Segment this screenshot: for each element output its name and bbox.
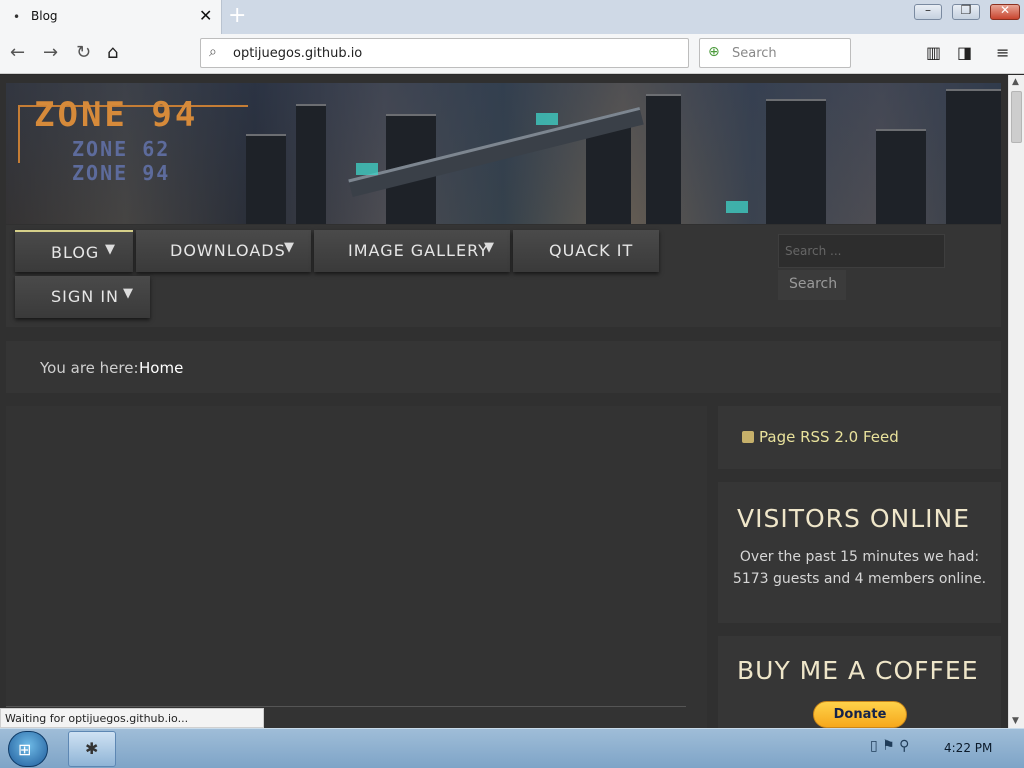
menu-item-sign-in[interactable]: SIGN IN ▼ xyxy=(15,276,150,318)
neon-sign xyxy=(536,113,558,125)
chevron-down-icon: ▼ xyxy=(284,240,295,255)
scroll-down-icon[interactable]: ▼ xyxy=(1012,716,1019,726)
maximize-button[interactable]: ❐ xyxy=(952,3,980,20)
navigation-toolbar: ← → ↻ ⌂ ⌕ optijuegos.github.io ⊕ Search … xyxy=(0,34,1024,74)
rss-icon xyxy=(742,431,754,443)
site-search-button[interactable]: Search xyxy=(778,270,846,300)
neon-sign xyxy=(356,163,378,175)
forward-arrow-icon[interactable]: → xyxy=(43,42,58,63)
status-text: Waiting for optijuegos.github.io... xyxy=(5,712,189,725)
breadcrumb-home-link[interactable]: Home xyxy=(139,359,183,377)
menu-item-downloads[interactable]: DOWNLOADS ▼ xyxy=(136,230,311,272)
breadcrumb-lead: You are here: xyxy=(40,359,139,377)
visitors-widget: VISITORS ONLINE Over the past 15 minutes… xyxy=(718,482,1001,623)
url-text[interactable]: optijuegos.github.io xyxy=(233,46,362,61)
building-shape xyxy=(586,124,631,224)
minimize-button[interactable]: – xyxy=(914,3,942,20)
building-shape xyxy=(876,129,926,224)
menu-item-label: QUACK IT xyxy=(549,241,634,260)
tab-blog[interactable]: • Blog ✕ xyxy=(0,0,222,34)
search-placeholder: Search xyxy=(732,46,777,61)
content-divider xyxy=(6,706,686,707)
system-clock[interactable]: 4:22 PM xyxy=(944,741,992,755)
building-shape xyxy=(246,134,286,224)
rss-feed-link[interactable]: Page RSS 2.0 Feed xyxy=(759,428,899,446)
breadcrumb: You are here: Home xyxy=(6,341,1001,393)
close-tab-icon[interactable]: ✕ xyxy=(199,6,212,25)
tab-title: Blog xyxy=(31,9,58,23)
main-menu: BLOG ▼ DOWNLOADS ▼ IMAGE GALLERY ▼ QUACK… xyxy=(6,225,1001,327)
back-arrow-icon[interactable]: ← xyxy=(10,42,25,63)
site-logo[interactable]: ZONE 94 xyxy=(34,95,198,135)
menu-item-label: IMAGE GALLERY xyxy=(348,241,489,260)
library-icon[interactable]: ▥ xyxy=(926,43,941,62)
reload-icon[interactable]: ↻ xyxy=(76,42,91,63)
rss-widget: Page RSS 2.0 Feed xyxy=(718,406,1001,469)
search-input[interactable]: ⊕ Search xyxy=(699,38,851,68)
site-search-input[interactable]: Search ... xyxy=(778,234,945,268)
menu-item-label: BLOG xyxy=(51,243,100,262)
visitors-title: VISITORS ONLINE xyxy=(737,504,971,533)
main-content xyxy=(6,406,707,728)
taskbar: ⊞ ✱ ▯ ⚑ ⚲ 4:22 PM xyxy=(0,728,1024,768)
close-window-button[interactable]: ✕ xyxy=(990,3,1020,20)
donate-button[interactable]: Donate xyxy=(813,701,907,728)
menu-item-blog[interactable]: BLOG ▼ xyxy=(15,230,133,272)
page-scrollbar[interactable]: ▲ ▼ xyxy=(1008,75,1024,728)
menu-item-label: SIGN IN xyxy=(51,287,120,306)
building-shape xyxy=(946,89,1001,224)
tray-icons[interactable]: ▯ ⚑ ⚲ xyxy=(870,738,909,754)
new-tab-button[interactable]: + xyxy=(228,3,246,29)
menu-item-image-gallery[interactable]: IMAGE GALLERY ▼ xyxy=(314,230,510,272)
url-bar[interactable]: ⌕ optijuegos.github.io xyxy=(200,38,689,68)
taskbar-app-button[interactable]: ✱ xyxy=(68,731,116,767)
chevron-down-icon: ▼ xyxy=(484,240,495,255)
site-banner: ZONE 94 ZONE 62 ZONE 94 xyxy=(6,83,1001,224)
start-button[interactable]: ⊞ xyxy=(8,731,48,767)
site-search-button-label: Search xyxy=(789,276,838,292)
chevron-down-icon: ▼ xyxy=(105,242,116,257)
chevron-down-icon: ▼ xyxy=(123,286,134,301)
status-bar: Waiting for optijuegos.github.io... xyxy=(0,708,264,728)
close-icon: ✕ xyxy=(999,3,1011,17)
coffee-title: BUY ME A COFFEE xyxy=(737,656,979,685)
windows-logo-icon: ⊞ xyxy=(18,740,32,759)
visitors-body: Over the past 15 minutes we had: 5173 gu… xyxy=(732,549,987,587)
page-viewport: ZONE 94 ZONE 62 ZONE 94 BLOG ▼ DOWNLOADS… xyxy=(0,75,1008,728)
building-shape xyxy=(296,104,326,224)
search-engine-icon: ⊕ xyxy=(708,44,720,60)
minimize-icon: – xyxy=(925,3,931,17)
restore-icon: ❐ xyxy=(960,3,972,17)
app-icon: ✱ xyxy=(85,739,99,758)
site-search-placeholder: Search ... xyxy=(785,244,842,258)
coffee-widget: BUY ME A COFFEE Donate xyxy=(718,636,1001,728)
menu-item-quack-it[interactable]: QUACK IT xyxy=(513,230,659,272)
sidebar-icon[interactable]: ◨ xyxy=(957,43,972,62)
scroll-thumb[interactable] xyxy=(1011,91,1022,143)
tab-strip: • Blog ✕ + – ❐ ✕ xyxy=(0,0,1024,34)
search-icon: ⌕ xyxy=(209,44,217,60)
neon-sign xyxy=(726,201,748,213)
building-shape xyxy=(646,94,681,224)
loading-dot-icon: • xyxy=(13,10,21,24)
menu-item-label: DOWNLOADS xyxy=(170,241,286,260)
home-icon[interactable]: ⌂ xyxy=(107,42,118,63)
logo-subtitle: ZONE 94 xyxy=(72,161,171,185)
scroll-up-icon[interactable]: ▲ xyxy=(1012,77,1019,87)
hamburger-menu-icon[interactable]: ≡ xyxy=(996,43,1009,62)
building-shape xyxy=(766,99,826,224)
logo-subtitle: ZONE 62 xyxy=(72,137,171,161)
